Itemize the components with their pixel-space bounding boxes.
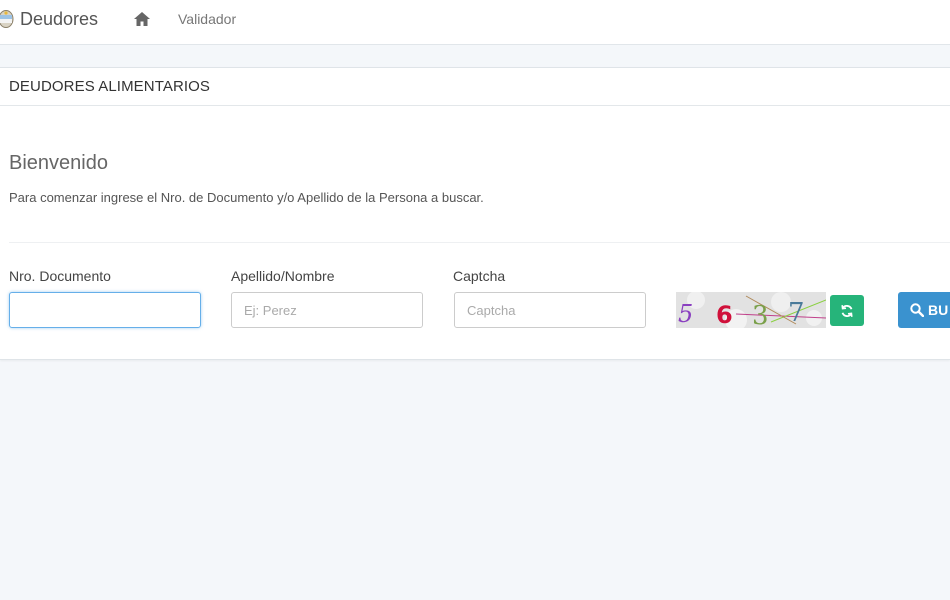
- captcha-digit-3: 3: [752, 301, 769, 328]
- home-icon: [134, 12, 150, 26]
- nav-home-link[interactable]: [132, 10, 152, 28]
- documento-input[interactable]: [9, 292, 201, 328]
- captcha-input[interactable]: [454, 292, 646, 328]
- captcha-label: Captcha: [453, 268, 506, 284]
- apellido-label: Apellido/Nombre: [231, 268, 335, 284]
- captcha-digit-2: 6: [716, 301, 733, 328]
- captcha-refresh-button[interactable]: [830, 295, 864, 326]
- welcome-instructions: Para comenzar ingrese el Nro. de Documen…: [9, 190, 484, 205]
- panel-title: DEUDORES ALIMENTARIOS: [9, 78, 211, 95]
- captcha-digit-4: 7: [788, 298, 805, 328]
- top-navbar: Deudores Validador: [0, 0, 950, 45]
- search-button-label: BU: [928, 302, 949, 318]
- apellido-input[interactable]: [231, 292, 423, 328]
- refresh-icon: [841, 304, 853, 317]
- brand-link[interactable]: Deudores: [0, 0, 98, 38]
- brand-name: Deudores: [20, 8, 99, 29]
- documento-label: Nro. Documento: [9, 268, 111, 284]
- province-seal-icon: [0, 10, 14, 28]
- panel-heading: DEUDORES ALIMENTARIOS: [0, 68, 950, 106]
- section-divider: [9, 242, 950, 243]
- nav-link-validador[interactable]: Validador: [178, 11, 236, 27]
- welcome-title: Bienvenido: [9, 152, 108, 174]
- search-panel: DEUDORES ALIMENTARIOS Bienvenido Para co…: [0, 67, 950, 360]
- search-icon: [910, 303, 924, 317]
- captcha-image: 5 6 3 7: [676, 292, 826, 328]
- search-button[interactable]: BU: [898, 292, 950, 328]
- captcha-digit-1: 5: [678, 300, 693, 328]
